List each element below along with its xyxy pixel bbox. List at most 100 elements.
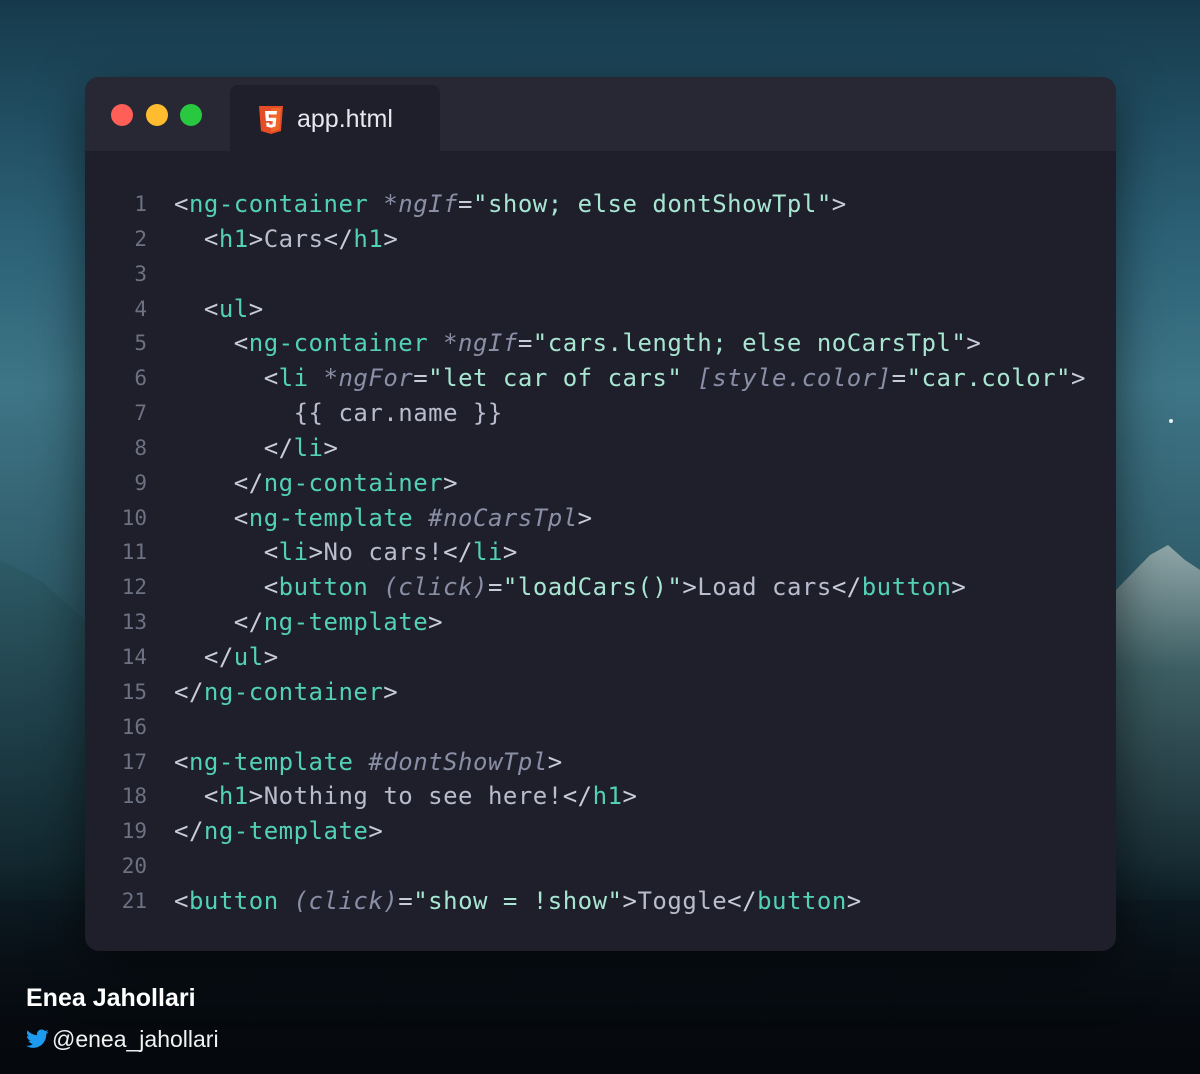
line-number: 3 bbox=[134, 261, 147, 286]
code-punctuation: > bbox=[682, 573, 698, 602]
code-line: 2 <h1>Cars</h1> bbox=[85, 222, 1116, 257]
line-number: 17 bbox=[121, 749, 147, 774]
code-line: 6 <li *ngFor="let car of cars" [style.co… bbox=[85, 361, 1116, 396]
line-source: <ng-container *ngIf="show; else dontShow… bbox=[174, 187, 847, 222]
code-text: Load cars bbox=[697, 573, 832, 602]
code-punctuation: </ bbox=[323, 224, 354, 253]
code-punctuation bbox=[413, 504, 428, 532]
code-tag-name: li bbox=[278, 538, 309, 567]
code-tag-name: ng-template bbox=[188, 747, 354, 776]
code-line: 13 </ng-template> bbox=[85, 605, 1116, 640]
twitter-bird-icon bbox=[26, 1029, 49, 1048]
line-number: 7 bbox=[134, 401, 147, 426]
code-punctuation: </ bbox=[443, 538, 474, 567]
code-punctuation: < bbox=[174, 224, 219, 253]
code-punctuation: < bbox=[174, 886, 189, 915]
code-punctuation: = bbox=[517, 329, 533, 358]
code-line: 1 <ng-container *ngIf="show; else dontSho… bbox=[85, 187, 1116, 222]
code-string: "cars.length; else noCarsTpl" bbox=[532, 329, 967, 358]
code-tag-name: h1 bbox=[218, 782, 249, 811]
code-line: 12 <button (click)="loadCars()">Load car… bbox=[85, 570, 1116, 605]
code-punctuation: < bbox=[174, 782, 219, 811]
code-punctuation: </ bbox=[174, 642, 234, 671]
code-punctuation: > bbox=[263, 642, 279, 671]
code-punctuation bbox=[368, 190, 383, 218]
line-number: 5 bbox=[134, 331, 147, 356]
code-punctuation: > bbox=[547, 747, 563, 776]
code-punctuation: > bbox=[428, 608, 444, 637]
maximize-dot[interactable] bbox=[180, 104, 202, 126]
title-bar: app.html bbox=[85, 77, 1116, 151]
code-tag-name: ng-template bbox=[203, 817, 369, 846]
code-punctuation: </ bbox=[174, 433, 294, 462]
code-line: 11 <li>No cars!</li> bbox=[85, 535, 1116, 570]
code-attribute: #noCarsTpl bbox=[428, 503, 578, 532]
line-number: 15 bbox=[121, 679, 147, 704]
code-punctuation: > bbox=[966, 329, 982, 358]
code-line: 4 <ul> bbox=[85, 292, 1116, 327]
code-line: 18 <h1>Nothing to see here!</h1> bbox=[85, 779, 1116, 814]
code-tag-name: ul bbox=[233, 642, 264, 671]
code-editor: 1 <ng-container *ngIf="show; else dontSho… bbox=[85, 187, 1116, 919]
code-attribute: #dontShowTpl bbox=[368, 747, 548, 776]
code-punctuation: > bbox=[323, 433, 339, 462]
line-source: <h1>Cars</h1> bbox=[174, 222, 398, 257]
code-punctuation: </ bbox=[174, 608, 264, 637]
line-source: </ng-container> bbox=[174, 466, 458, 501]
author-handle: @enea_jahollari bbox=[52, 1026, 219, 1052]
line-number: 11 bbox=[121, 540, 147, 565]
code-text: Nothing to see here! bbox=[263, 782, 563, 811]
code-line: 5 <ng-container *ngIf="cars.length; else… bbox=[85, 326, 1116, 361]
line-source: <li>No cars!</li> bbox=[174, 535, 518, 570]
code-line: 14 </ul> bbox=[85, 640, 1116, 675]
line-source: <li *ngFor="let car of cars" [style.colo… bbox=[174, 361, 1086, 396]
code-punctuation: = bbox=[398, 886, 414, 915]
code-line: 8 </li> bbox=[85, 431, 1116, 466]
code-punctuation: > bbox=[248, 224, 264, 253]
code-punctuation: < bbox=[174, 329, 249, 358]
code-punctuation: </ bbox=[727, 886, 758, 915]
line-number: 20 bbox=[121, 854, 147, 879]
code-punctuation: > bbox=[502, 538, 518, 567]
code-punctuation: </ bbox=[831, 573, 862, 602]
line-number: 12 bbox=[121, 575, 147, 600]
close-dot[interactable] bbox=[111, 104, 133, 126]
code-punctuation: </ bbox=[562, 782, 593, 811]
code-punctuation bbox=[279, 887, 294, 915]
code-punctuation: > bbox=[622, 886, 638, 915]
code-punctuation: > bbox=[368, 817, 384, 846]
code-punctuation bbox=[428, 329, 443, 357]
code-tag-name: ng-template bbox=[263, 608, 429, 637]
line-number: 4 bbox=[134, 296, 147, 321]
code-text: Cars bbox=[263, 224, 324, 253]
code-tag-name: ng-container bbox=[263, 468, 444, 497]
line-number: 21 bbox=[121, 888, 147, 913]
code-line: 21 <button (click)="show = !show">Toggle<… bbox=[85, 884, 1116, 919]
code-punctuation bbox=[368, 573, 383, 601]
code-string: "let car of cars" bbox=[428, 364, 683, 393]
code-punctuation: = bbox=[458, 190, 473, 218]
code-line: 3 bbox=[85, 257, 1116, 292]
code-punctuation: > bbox=[831, 190, 847, 218]
line-number: 18 bbox=[121, 784, 147, 809]
line-source: <ul> bbox=[174, 292, 264, 327]
line-number: 9 bbox=[134, 470, 147, 495]
code-attribute: [style.color] bbox=[697, 364, 892, 393]
line-source: </ng-template> bbox=[174, 814, 383, 849]
code-text: {{ car.name }} bbox=[174, 399, 503, 428]
file-tab[interactable]: app.html bbox=[230, 85, 440, 151]
line-number: 8 bbox=[134, 435, 147, 460]
code-tag-name: button bbox=[188, 886, 279, 915]
code-punctuation: > bbox=[577, 503, 593, 532]
code-tag-name: ng-container bbox=[188, 190, 369, 218]
minimize-dot[interactable] bbox=[146, 104, 168, 126]
line-source: </li> bbox=[174, 431, 338, 466]
code-punctuation: = bbox=[891, 364, 907, 393]
tab-filename: app.html bbox=[297, 105, 393, 133]
code-line: 17 <ng-template #dontShowTpl> bbox=[85, 745, 1116, 780]
line-number: 1 bbox=[134, 192, 147, 216]
line-source: </ul> bbox=[174, 640, 279, 675]
code-punctuation: > bbox=[622, 782, 638, 811]
code-line: 19 </ng-template> bbox=[85, 814, 1116, 849]
code-tag-name: button bbox=[278, 573, 369, 602]
